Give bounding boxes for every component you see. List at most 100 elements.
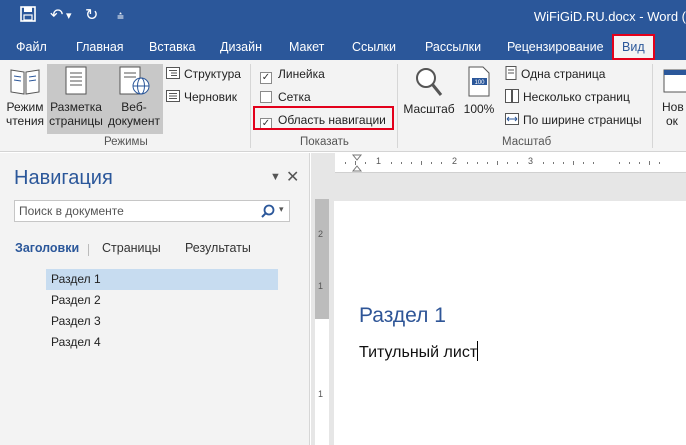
outline-label: Структура	[184, 67, 241, 81]
outline-icon	[166, 67, 180, 79]
ruler-label: Линейка	[278, 67, 325, 81]
document-body-line[interactable]: Титульный лист	[359, 341, 479, 362]
zoom-100-icon: 100	[468, 66, 490, 97]
print-layout-icon	[65, 66, 87, 95]
page-width-label: По ширине страницы	[523, 113, 642, 127]
outline-button[interactable]: Структура	[166, 66, 241, 82]
tab-insert[interactable]: Вставка	[149, 34, 195, 60]
horizontal-ruler[interactable]: 1 2 3	[335, 153, 686, 173]
svg-text:100: 100	[474, 80, 485, 86]
redo-icon[interactable]: ↻	[85, 6, 98, 26]
read-mode-button[interactable]: Режим чтения	[4, 64, 46, 134]
undo-icon[interactable]: ↶	[50, 6, 63, 26]
tab-view[interactable]: Вид	[612, 34, 655, 60]
document-heading[interactable]: Раздел 1	[359, 304, 446, 328]
zoom-label: Масштаб	[403, 102, 455, 116]
multiple-pages-label: Несколько страниц	[523, 90, 630, 104]
text-cursor	[477, 341, 479, 361]
read-mode-icon	[10, 69, 40, 95]
undo-dropdown-icon[interactable]: ▾	[66, 6, 72, 26]
title-bar: ↶ ▾ ↻ ⩮ WiFiGiD.RU.docx - Word (	[0, 0, 686, 34]
document-area: 1 2 3 2 1 1 Раздел 1 Титульный лист	[311, 153, 686, 445]
web-layout-label-2: документ	[108, 114, 160, 128]
ruler-check-icon: ✓	[260, 72, 272, 84]
web-layout-label-1: Веб-	[121, 100, 147, 114]
one-page-icon	[505, 66, 517, 80]
gridlines-checkbox[interactable]: Сетка	[260, 89, 311, 105]
print-layout-label-2: страницы	[49, 114, 103, 128]
tab-results[interactable]: Результаты	[185, 241, 251, 255]
heading-item[interactable]: Раздел 3	[46, 311, 278, 332]
ruler-checkbox[interactable]: ✓ Линейка	[260, 66, 325, 84]
print-layout-label-1: Разметка	[50, 100, 102, 114]
tab-mailings[interactable]: Рассылки	[425, 34, 481, 60]
ruler-number: 2	[452, 156, 458, 166]
read-mode-label-2: чтения	[5, 114, 45, 128]
gridlines-check-icon	[260, 91, 272, 103]
window-title: WiFiGiD.RU.docx - Word (	[533, 9, 686, 24]
tab-review[interactable]: Рецензирование	[507, 34, 604, 60]
indent-marker-icon	[351, 154, 363, 172]
print-layout-button[interactable]: Разметка страницы	[47, 64, 105, 134]
tab-pages[interactable]: Страницы	[102, 241, 161, 255]
close-icon[interactable]: ✕	[286, 167, 299, 187]
show-group-label: Показать	[300, 136, 349, 148]
document-body-text: Титульный лист	[359, 344, 478, 361]
draft-label: Черновик	[184, 90, 237, 104]
magnifier-icon	[416, 68, 443, 96]
heading-item[interactable]: Раздел 2	[46, 290, 278, 311]
navigation-pane: Навигация ▼ ✕ ▾ Заголовки Страницы Резул…	[0, 153, 310, 445]
ruler-ticks	[345, 154, 660, 172]
multiple-pages-icon	[505, 89, 519, 103]
tab-file[interactable]: Файл	[16, 34, 47, 60]
ruler-number: 1	[318, 281, 324, 291]
new-window-button[interactable]: Нов ок	[658, 64, 686, 134]
customize-qat-icon[interactable]: ⩮	[117, 6, 124, 26]
search-icon[interactable]	[261, 204, 275, 218]
ruler-number: 1	[376, 156, 382, 166]
modes-group-label: Режимы	[104, 136, 148, 148]
read-mode-label-1: Режим	[6, 100, 44, 114]
group-divider	[397, 64, 398, 148]
new-window-label-2: ок	[666, 114, 678, 128]
ruler-number: 1	[318, 389, 324, 399]
navigation-pane-highlight	[253, 106, 394, 130]
group-divider	[652, 64, 653, 148]
tab-layout[interactable]: Макет	[289, 34, 324, 60]
search-input[interactable]	[19, 203, 249, 219]
zoom-100-label: 100%	[463, 102, 495, 116]
web-layout-icon	[119, 66, 150, 95]
zoom-100-button[interactable]: 100 100%	[460, 64, 498, 120]
new-window-label-1: Нов	[662, 100, 684, 114]
one-page-label: Одна страница	[521, 67, 606, 81]
nav-pane-options-icon[interactable]: ▼	[270, 171, 281, 183]
zoom-group-label: Масштаб	[502, 136, 552, 148]
vertical-ruler[interactable]: 2 1 1	[315, 199, 329, 445]
heading-item[interactable]: Раздел 1	[46, 269, 278, 290]
ribbon-tabs: Файл Главная Вставка Дизайн Макет Ссылки…	[0, 34, 686, 60]
heading-item[interactable]: Раздел 4	[46, 332, 278, 353]
search-box: ▾	[14, 200, 290, 222]
nav-pane-title: Навигация	[14, 167, 113, 189]
web-layout-button[interactable]: Веб- документ	[105, 64, 163, 134]
one-page-button[interactable]: Одна страница	[505, 66, 605, 82]
draft-button[interactable]: Черновик	[166, 89, 237, 105]
draft-icon	[166, 90, 180, 102]
ruler-number: 3	[528, 156, 534, 166]
search-options-icon[interactable]: ▾	[279, 204, 284, 215]
tab-headings[interactable]: Заголовки	[15, 241, 79, 255]
save-icon[interactable]	[20, 6, 36, 28]
page-width-icon	[505, 113, 519, 125]
tab-design[interactable]: Дизайн	[220, 34, 262, 60]
zoom-button[interactable]: Масштаб	[401, 64, 457, 120]
page-width-button[interactable]: По ширине страницы	[505, 112, 642, 128]
document-page[interactable]: Раздел 1 Титульный лист	[334, 201, 686, 445]
ruler-number: 2	[318, 229, 324, 239]
tab-divider	[88, 244, 89, 256]
multiple-pages-button[interactable]: Несколько страниц	[505, 89, 630, 105]
new-window-icon	[663, 69, 686, 93]
group-divider	[250, 64, 251, 148]
gridlines-label: Сетка	[278, 90, 311, 104]
tab-home[interactable]: Главная	[76, 34, 124, 60]
tab-references[interactable]: Ссылки	[352, 34, 396, 60]
